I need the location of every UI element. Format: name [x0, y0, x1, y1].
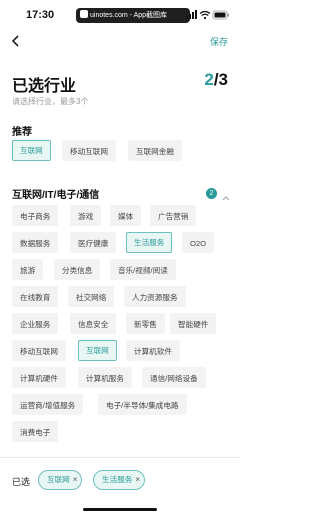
chevron-left-icon: [11, 35, 19, 47]
back-button[interactable]: [8, 33, 24, 49]
selection-counter: 2/3: [204, 70, 228, 90]
industry-tag[interactable]: 消费电子: [12, 421, 59, 442]
chevron-up-icon: [222, 196, 230, 201]
bottom-divider: [0, 457, 240, 458]
page-subtitle: 请选择行业，最多3个: [12, 97, 89, 106]
selected-label: 已选: [12, 477, 31, 487]
industry-tag[interactable]: 电子/半导体/集成电路: [98, 394, 187, 415]
wifi-icon: [199, 10, 211, 20]
status-icons: [186, 10, 230, 20]
collapse-button[interactable]: [221, 189, 231, 201]
industry-tag[interactable]: 生活服务: [126, 232, 173, 253]
remove-chip-close-icon[interactable]: ×: [135, 471, 140, 489]
signal-icon: [186, 10, 197, 19]
industry-tag[interactable]: 新零售: [126, 313, 165, 334]
industry-tag[interactable]: 企业服务: [12, 313, 59, 334]
selected-chip-label: 互联网: [47, 475, 70, 484]
industry-tag[interactable]: 广告营销: [150, 205, 197, 226]
industry-tag[interactable]: 互联网: [78, 340, 117, 361]
selection-count-current: 2: [204, 70, 214, 89]
industry-tag[interactable]: 计算机服务: [78, 367, 132, 388]
industry-tag[interactable]: 计算机硬件: [12, 367, 66, 388]
industry-tag[interactable]: 旅游: [12, 259, 44, 280]
selected-bar: 已选 互联网 × 生活服务 ×: [0, 462, 240, 498]
watermark-logo-icon: [80, 10, 88, 18]
selected-chip: 互联网 ×: [38, 470, 83, 490]
industry-tag[interactable]: 智能硬件: [170, 313, 217, 334]
category-selected-badge: 2: [206, 188, 217, 199]
selection-count-total: /3: [213, 70, 228, 89]
home-indicator: [83, 508, 157, 511]
watermark-text: uinotes.com - App截图库: [90, 12, 168, 19]
status-bar: 17:30 uinotes.com - App截图库: [0, 0, 240, 30]
industry-tag[interactable]: 音乐/视频/阅读: [110, 259, 176, 280]
industry-tag[interactable]: 游戏: [70, 205, 102, 226]
industry-tag[interactable]: 人力资源服务: [124, 286, 186, 307]
industry-tag[interactable]: 媒体: [110, 205, 142, 226]
category-section-title: 互联网/IT/电子/通信: [12, 190, 100, 201]
industry-tag[interactable]: O2O: [182, 232, 215, 253]
recommended-section-title: 推荐: [12, 127, 32, 138]
industry-tag[interactable]: 互联网: [12, 140, 51, 161]
save-button[interactable]: 保存: [210, 35, 228, 48]
remove-chip-close-icon[interactable]: ×: [73, 471, 78, 489]
selected-chip-label: 生活服务: [102, 475, 133, 484]
page-title: 已选行业: [12, 78, 77, 95]
industry-tag[interactable]: 运营商/增值服务: [12, 394, 84, 415]
selected-chip: 生活服务 ×: [93, 470, 146, 490]
industry-tag[interactable]: 通信/网络设备: [142, 367, 206, 388]
industry-tag[interactable]: 移动互联网: [12, 340, 66, 361]
industry-tag[interactable]: 在线教育: [12, 286, 59, 307]
status-time: 17:30: [26, 9, 55, 21]
battery-icon: [212, 10, 229, 20]
industry-tag[interactable]: 分类信息: [54, 259, 101, 280]
industry-tag[interactable]: 电子商务: [12, 205, 59, 226]
industry-tag[interactable]: 数据服务: [12, 232, 59, 253]
industry-tag[interactable]: 互联网金融: [128, 140, 182, 161]
industry-tag[interactable]: 计算机软件: [126, 340, 180, 361]
industry-tag[interactable]: 信息安全: [70, 313, 117, 334]
industry-tag[interactable]: 移动互联网: [62, 140, 116, 161]
industry-tag[interactable]: 社交网络: [68, 286, 115, 307]
industry-tag[interactable]: 医疗健康: [70, 232, 117, 253]
nav-bar: 保存: [0, 30, 240, 52]
watermark-banner: uinotes.com - App截图库: [76, 8, 190, 23]
